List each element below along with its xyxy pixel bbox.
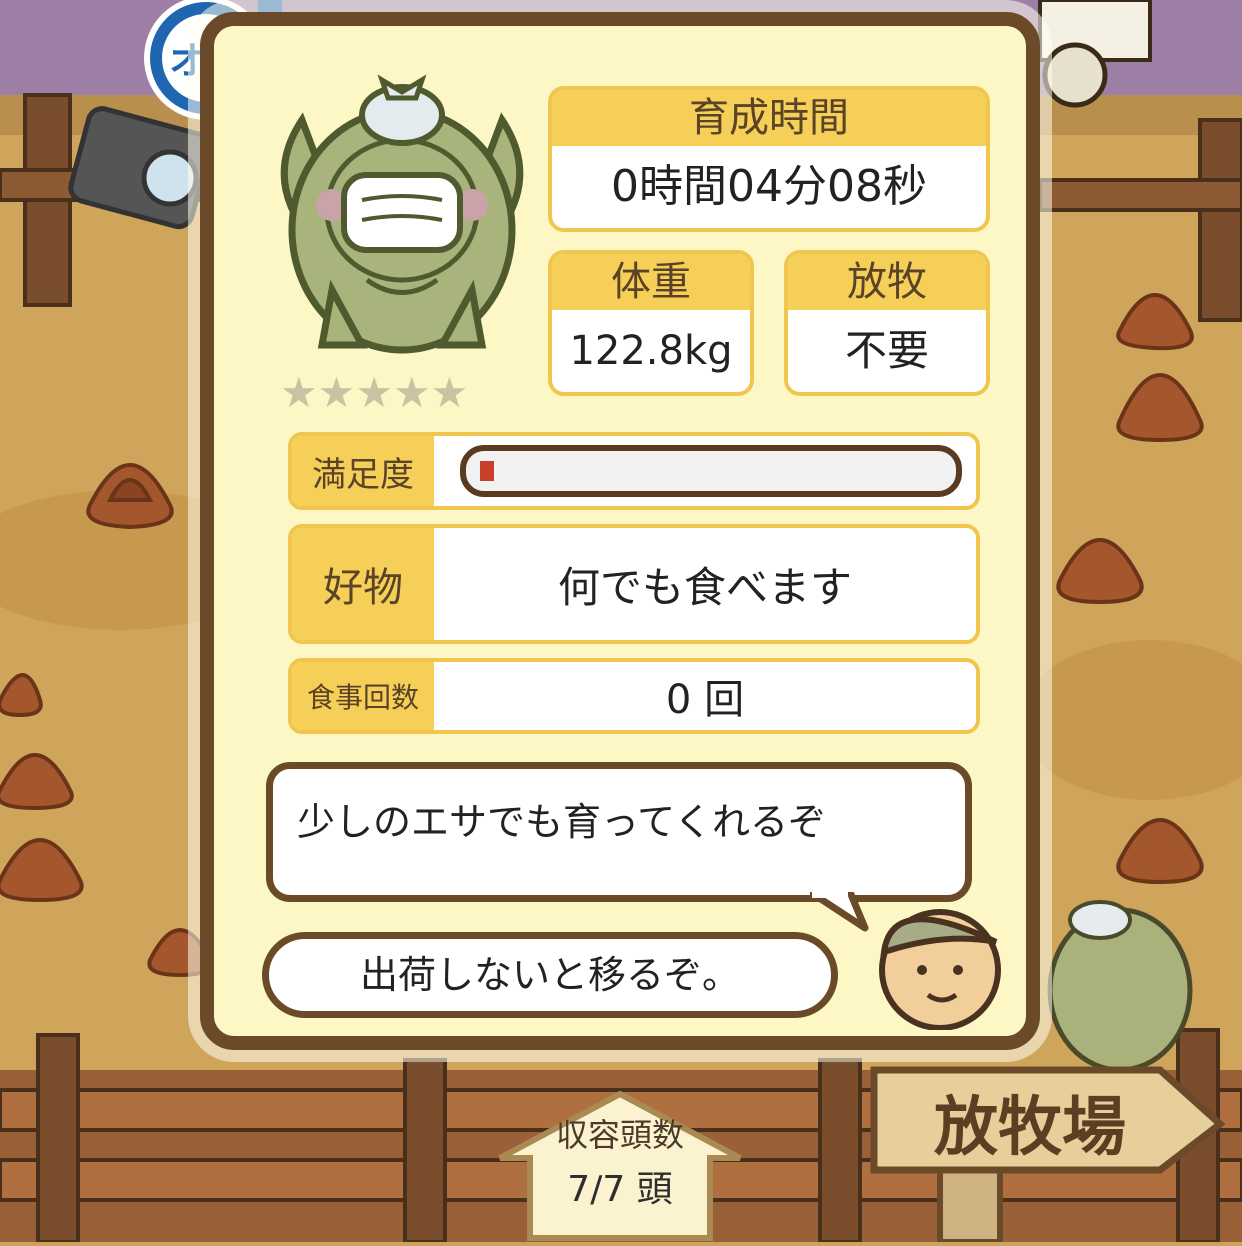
- meal-count-label: 食事回数: [292, 662, 434, 730]
- pasture-sign-label: 放牧場: [934, 1091, 1126, 1165]
- satisfaction-bar-fill: [480, 461, 494, 481]
- star-icon: ★: [430, 368, 469, 417]
- favorite-food-label: 好物: [292, 528, 434, 640]
- capacity-sign[interactable]: 収容頭数 7/7 頭: [490, 1088, 750, 1242]
- grazing-label: 放牧: [788, 254, 986, 310]
- favorite-food-row: 好物 何でも食べます: [288, 524, 980, 644]
- growth-time-label: 育成時間: [552, 90, 986, 146]
- star-icon: ★: [280, 368, 318, 417]
- capacity-label: 収容頭数: [555, 1116, 684, 1154]
- pig-status-panel: ★★★★★ 育成時間 0時間04分08秒 体重 122.8kg 放牧 不要 満足…: [200, 12, 1040, 1050]
- speech-warning-text: 出荷しないと移るぞ。: [359, 953, 740, 997]
- satisfaction-bar: [460, 445, 962, 497]
- capacity-value: 7/7 頭: [567, 1169, 673, 1210]
- star-icon: ★: [355, 368, 393, 417]
- grazing-value: 不要: [844, 326, 929, 375]
- weight-label: 体重: [552, 254, 750, 310]
- meal-count-value: 0 回: [665, 677, 745, 723]
- star-icon: ★: [392, 368, 431, 417]
- speech-bubble-hint: 少しのエサでも育ってくれるぞ: [266, 762, 972, 902]
- favorite-food-value: 何でも食べます: [557, 562, 852, 612]
- star-rating: ★★★★★: [280, 368, 530, 417]
- pasture-sign-button[interactable]: 放牧場: [860, 1058, 1242, 1245]
- satisfaction-row: 満足度: [288, 432, 980, 510]
- weight-value: 122.8kg: [569, 328, 733, 374]
- farmer-face-icon: [879, 909, 1001, 1030]
- speech-hint-text: 少しのエサでも育ってくれるぞ: [297, 800, 826, 844]
- speech-bubble-warning: 出荷しないと移るぞ。: [262, 932, 838, 1018]
- star-icon: ★: [317, 368, 356, 417]
- masked-pig-icon: [280, 74, 524, 354]
- growth-time-box: 育成時間 0時間04分08秒: [548, 86, 990, 232]
- growth-time-value: 0時間04分08秒: [611, 161, 927, 212]
- weight-box: 体重 122.8kg: [548, 250, 754, 396]
- grazing-box: 放牧 不要: [784, 250, 990, 396]
- satisfaction-label: 満足度: [292, 436, 434, 506]
- meal-count-row: 食事回数 0 回: [288, 658, 980, 734]
